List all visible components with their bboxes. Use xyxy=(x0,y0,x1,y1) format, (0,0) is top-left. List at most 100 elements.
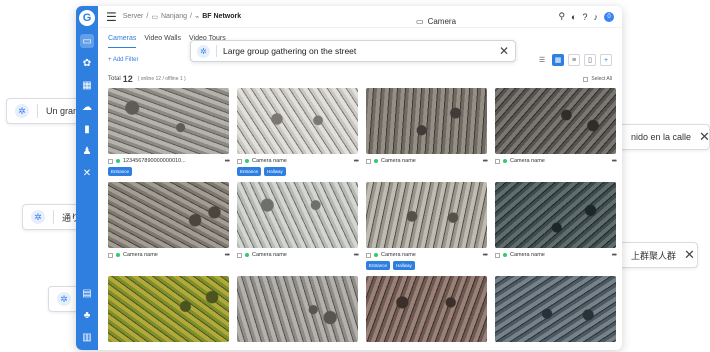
translated-query-chip-es-1[interactable]: ✲ Un gran gru xyxy=(6,98,84,124)
monitor-icon[interactable]: ▭ xyxy=(80,34,94,48)
crumb-server[interactable]: Server xyxy=(123,13,144,20)
menu-icon[interactable]: ☰ xyxy=(106,10,117,24)
tag-badge[interactable]: Entrance xyxy=(237,167,262,176)
camera-card[interactable]: Camera name ••• xyxy=(495,88,617,176)
camera-card[interactable]: Camera name ••• xyxy=(237,182,359,270)
select-all[interactable]: Select All xyxy=(583,76,612,82)
total-count: 12 xyxy=(122,74,133,84)
tag-badge[interactable]: Hallway xyxy=(264,167,286,176)
app-window: G ▭ ✿ ▦ ☁ ▮ ♟ ✕ ▤ ♣ ▥ ☰ Server / ▭ Nanja… xyxy=(76,6,622,350)
building-icon[interactable]: ▥ xyxy=(80,330,94,344)
network-icon: ⌁ xyxy=(195,13,200,21)
crumb-site[interactable]: Nanjang xyxy=(161,13,187,20)
topbar-actions: ⚲ ◐ ? ♪ 0 xyxy=(558,11,614,22)
camera-checkbox[interactable] xyxy=(237,158,242,164)
more-options-icon[interactable]: ••• xyxy=(612,252,617,259)
more-options-icon[interactable]: ••• xyxy=(483,252,488,259)
settings-icon[interactable]: ✿ xyxy=(80,56,94,70)
people-icon[interactable]: ♟ xyxy=(80,144,94,158)
cloud-icon[interactable]: ☁ xyxy=(80,100,94,114)
list-view-icon[interactable]: ☰ xyxy=(536,54,548,66)
select-all-checkbox[interactable] xyxy=(583,76,589,82)
camera-tags: Entrance xyxy=(108,167,229,176)
map-icon[interactable]: ▦ xyxy=(80,78,94,92)
camera-thumbnail[interactable] xyxy=(366,88,487,154)
online-status-icon xyxy=(374,159,378,163)
delete-icon[interactable]: ▯ xyxy=(584,54,596,66)
online-status-icon xyxy=(374,253,378,257)
camera-checkbox[interactable] xyxy=(495,158,500,164)
camera-name: Camera name xyxy=(381,252,416,258)
camera-card[interactable] xyxy=(366,276,487,342)
camera-checkbox[interactable] xyxy=(108,252,113,258)
camera-thumbnail[interactable] xyxy=(108,276,229,342)
bell-icon[interactable]: ♪ xyxy=(594,12,599,22)
camera-checkbox[interactable] xyxy=(495,252,500,258)
camera-card[interactable]: Camera name ••• xyxy=(108,182,230,270)
more-options-icon[interactable]: ••• xyxy=(483,158,488,165)
close-icon[interactable]: ✕ xyxy=(684,247,695,263)
camera-checkbox[interactable] xyxy=(366,252,371,258)
camera-meta: Camera name ••• xyxy=(366,156,488,166)
tab-video-walls[interactable]: Video Walls xyxy=(144,35,181,48)
camera-thumbnail[interactable] xyxy=(495,182,616,248)
tag-badge[interactable]: Hallway xyxy=(393,261,415,270)
more-options-icon[interactable]: ••• xyxy=(354,158,359,165)
camera-checkbox[interactable] xyxy=(108,158,113,164)
tab-cameras[interactable]: Cameras xyxy=(108,35,137,48)
camera-thumbnail[interactable] xyxy=(237,182,358,248)
camera-name: Camera name xyxy=(381,158,416,164)
camera-thumbnail[interactable] xyxy=(366,276,487,342)
close-icon[interactable]: ✕ xyxy=(699,129,709,145)
tools-icon[interactable]: ✕ xyxy=(80,166,94,180)
clear-search-icon[interactable]: ✕ xyxy=(499,44,509,58)
camera-thumbnail[interactable] xyxy=(366,182,487,248)
notification-badge[interactable]: 0 xyxy=(604,11,614,22)
camera-checkbox[interactable] xyxy=(237,252,242,258)
search-input[interactable]: ✲ Large group gathering on the street ✕ xyxy=(190,40,516,62)
more-options-icon[interactable]: ••• xyxy=(225,158,230,165)
camera-card[interactable]: Camera name ••• Entrance Hallway xyxy=(237,88,359,176)
gear-icon: ✲ xyxy=(197,44,210,58)
camera-thumbnail[interactable] xyxy=(237,276,358,342)
grid-view-icon[interactable]: ▦ xyxy=(552,54,564,66)
crumb-network[interactable]: BF Network xyxy=(202,13,241,20)
camera-card[interactable]: Camera name ••• xyxy=(366,88,488,176)
online-status-icon xyxy=(116,253,120,257)
camera-thumbnail[interactable] xyxy=(495,276,616,342)
chip-text: 上群聚人群 xyxy=(631,250,677,261)
camera-card[interactable] xyxy=(108,276,229,342)
tag-badge[interactable]: Entrance xyxy=(108,167,133,176)
search-icon[interactable]: ⚲ xyxy=(558,11,565,22)
camera-card[interactable]: 1234567890000000010... ••• Entrance xyxy=(108,88,230,176)
online-summary: ( online 12 / offline 1 ) xyxy=(137,76,186,82)
folder-icon: ▭ xyxy=(151,13,158,21)
help-icon[interactable]: ? xyxy=(582,12,587,22)
edit-icon[interactable]: ≡ xyxy=(568,54,580,66)
monitor-icon: ▭ xyxy=(416,17,424,26)
more-options-icon[interactable]: ••• xyxy=(354,252,359,259)
camera-thumbnail[interactable] xyxy=(495,88,616,154)
camera-card[interactable] xyxy=(237,276,358,342)
camera-thumbnail[interactable] xyxy=(108,88,229,154)
camera-checkbox[interactable] xyxy=(366,158,371,164)
camera-thumbnail[interactable] xyxy=(108,182,229,248)
more-options-icon[interactable]: ••• xyxy=(225,252,230,259)
camera-thumbnail[interactable] xyxy=(237,88,358,154)
camera-card[interactable]: Camera name ••• Entrance Hallway xyxy=(366,182,488,270)
camera-card[interactable]: Camera name ••• xyxy=(495,182,617,270)
users-icon[interactable]: ♣ xyxy=(80,308,94,322)
camera-tags: Entrance Hallway xyxy=(237,167,358,176)
camera-meta: Camera name ••• xyxy=(495,156,617,166)
theme-icon[interactable]: ◐ xyxy=(571,12,576,22)
tag-badge[interactable]: Entrance xyxy=(366,261,391,270)
add-icon[interactable]: + xyxy=(600,54,612,66)
breadcrumb: Server / ▭ Nanjang / ⌁ BF Network xyxy=(122,13,242,21)
add-filter-button[interactable]: + Add Filter xyxy=(108,57,139,63)
device-icon[interactable]: ▮ xyxy=(80,122,94,136)
more-options-icon[interactable]: ••• xyxy=(612,158,617,165)
app-logo: G xyxy=(79,10,95,26)
camera-card[interactable] xyxy=(495,276,616,342)
file-icon[interactable]: ▤ xyxy=(80,286,94,300)
translated-query-chip-ja[interactable]: ✲ 通りに xyxy=(22,204,84,230)
